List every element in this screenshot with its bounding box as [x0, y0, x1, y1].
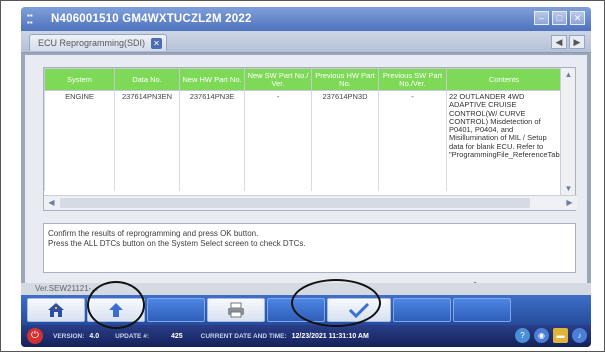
cell-contents: 22 OUTLANDER 4WD ADAPTIVE CRUISE CONTROL…	[446, 90, 568, 191]
results-table: System Data No. New HW Part No. New SW P…	[44, 68, 568, 191]
column-header[interactable]: New SW Part No./ Ver.	[244, 68, 312, 91]
tab-strip: ECU Reprogramming(SDI) ✕ ◀ ▶	[21, 31, 591, 53]
home-button[interactable]	[27, 298, 85, 322]
annotation-circle-ok	[291, 279, 381, 327]
table-header-row: System Data No. New HW Part No. New SW P…	[44, 68, 562, 91]
horizontal-scrollbar[interactable]: ◀ ▶	[44, 195, 577, 210]
volume-icon[interactable]: ♪	[572, 328, 587, 343]
camera-icon[interactable]: ◉	[534, 328, 549, 343]
close-window-button[interactable]: ✕	[570, 11, 585, 25]
datetime-label: CURRENT DATE AND TIME:	[200, 332, 287, 340]
close-icon[interactable]: ✕	[151, 37, 163, 49]
power-icon[interactable]: ⏻	[27, 328, 43, 344]
column-header[interactable]: Contents	[446, 68, 562, 91]
cell-prev-hw-part-no: 237614PN3D	[311, 90, 379, 191]
scroll-left-arrow-icon[interactable]: ◀	[44, 196, 59, 210]
column-header[interactable]: Previous SW Part No./Ver.	[378, 68, 447, 91]
maximize-button[interactable]: □	[552, 11, 567, 25]
cell-new-sw-part-no: -	[244, 90, 312, 191]
print-button[interactable]	[207, 298, 265, 322]
column-header[interactable]: System	[44, 68, 115, 91]
message-line-1: Confirm the results of reprogramming and…	[48, 229, 259, 238]
message-line-2: Press the ALL DTCs button on the System …	[48, 239, 306, 248]
tab-scroll-left-button[interactable]: ◀	[551, 35, 567, 49]
column-header[interactable]: Previous HW Part No.	[311, 68, 379, 91]
toolbar-blank-button[interactable]	[147, 298, 205, 322]
version-label: VERSION:	[53, 332, 85, 340]
datetime-value: 12/23/2021 11:31:10 AM	[291, 332, 369, 340]
system-tray: ? ◉ ▬ ♪	[515, 328, 587, 343]
window-controls: – □ ✕	[534, 11, 585, 25]
main-content: System Data No. New HW Part No. New SW P…	[25, 55, 587, 307]
home-icon	[48, 303, 64, 317]
horizontal-scroll-thumb[interactable]	[60, 198, 530, 208]
scroll-right-arrow-icon[interactable]: ▶	[562, 196, 577, 210]
tab-scroll-right-button[interactable]: ▶	[569, 35, 585, 49]
toolbar-blank-button[interactable]	[393, 298, 451, 322]
taskbar: ⏻ VERSION: 4.0 UPDATE #: 425 CURRENT DAT…	[21, 325, 591, 347]
scroll-up-arrow-icon[interactable]: ▲	[561, 68, 576, 82]
column-header[interactable]: Data No.	[114, 68, 180, 91]
title-bar: ▪▪ ▪▪ N406001510 GM4WXTUCZL2M 2022 – □ ✕	[21, 7, 591, 31]
scroll-down-arrow-icon[interactable]: ▼	[561, 182, 576, 196]
instruction-message: Confirm the results of reprogramming and…	[43, 223, 576, 273]
cell-system: ENGINE	[44, 90, 115, 191]
tab-ecu-reprogramming[interactable]: ECU Reprogramming(SDI) ✕	[29, 34, 167, 51]
software-version: Ver.SEW21121-...	[35, 284, 98, 293]
monitor-screen: ▪▪ ▪▪ N406001510 GM4WXTUCZL2M 2022 – □ ✕ …	[21, 7, 591, 347]
tab-label: ECU Reprogramming(SDI)	[38, 38, 146, 48]
cell-data-no: 237614PN3EN	[114, 90, 180, 191]
column-header[interactable]: New HW Part No.	[179, 68, 245, 91]
update-value: 425	[170, 332, 183, 340]
annotation-circle-back	[87, 281, 145, 329]
window-title: N406001510 GM4WXTUCZL2M 2022	[51, 13, 252, 25]
help-icon[interactable]: ?	[515, 328, 530, 343]
results-grid: System Data No. New HW Part No. New SW P…	[43, 67, 577, 211]
update-label: UPDATE #:	[115, 332, 149, 340]
photo-frame: ▪▪ ▪▪ N406001510 GM4WXTUCZL2M 2022 – □ ✕ …	[0, 0, 605, 352]
printer-icon	[228, 302, 244, 318]
cell-new-hw-part-no: 237614PN3E	[179, 90, 245, 191]
folder-icon[interactable]: ▬	[553, 328, 568, 343]
minimize-button[interactable]: –	[534, 11, 549, 25]
toolbar-blank-button[interactable]	[453, 298, 511, 322]
cell-prev-sw-part-no: -	[378, 90, 447, 191]
vertical-scrollbar[interactable]: ▲ ▼	[560, 68, 575, 196]
table-row[interactable]: ENGINE 237614PN3EN 237614PN3E - 237614PN…	[44, 90, 568, 191]
app-logo-icon: ▪▪ ▪▪	[27, 11, 33, 27]
version-value: 4.0	[89, 332, 100, 340]
